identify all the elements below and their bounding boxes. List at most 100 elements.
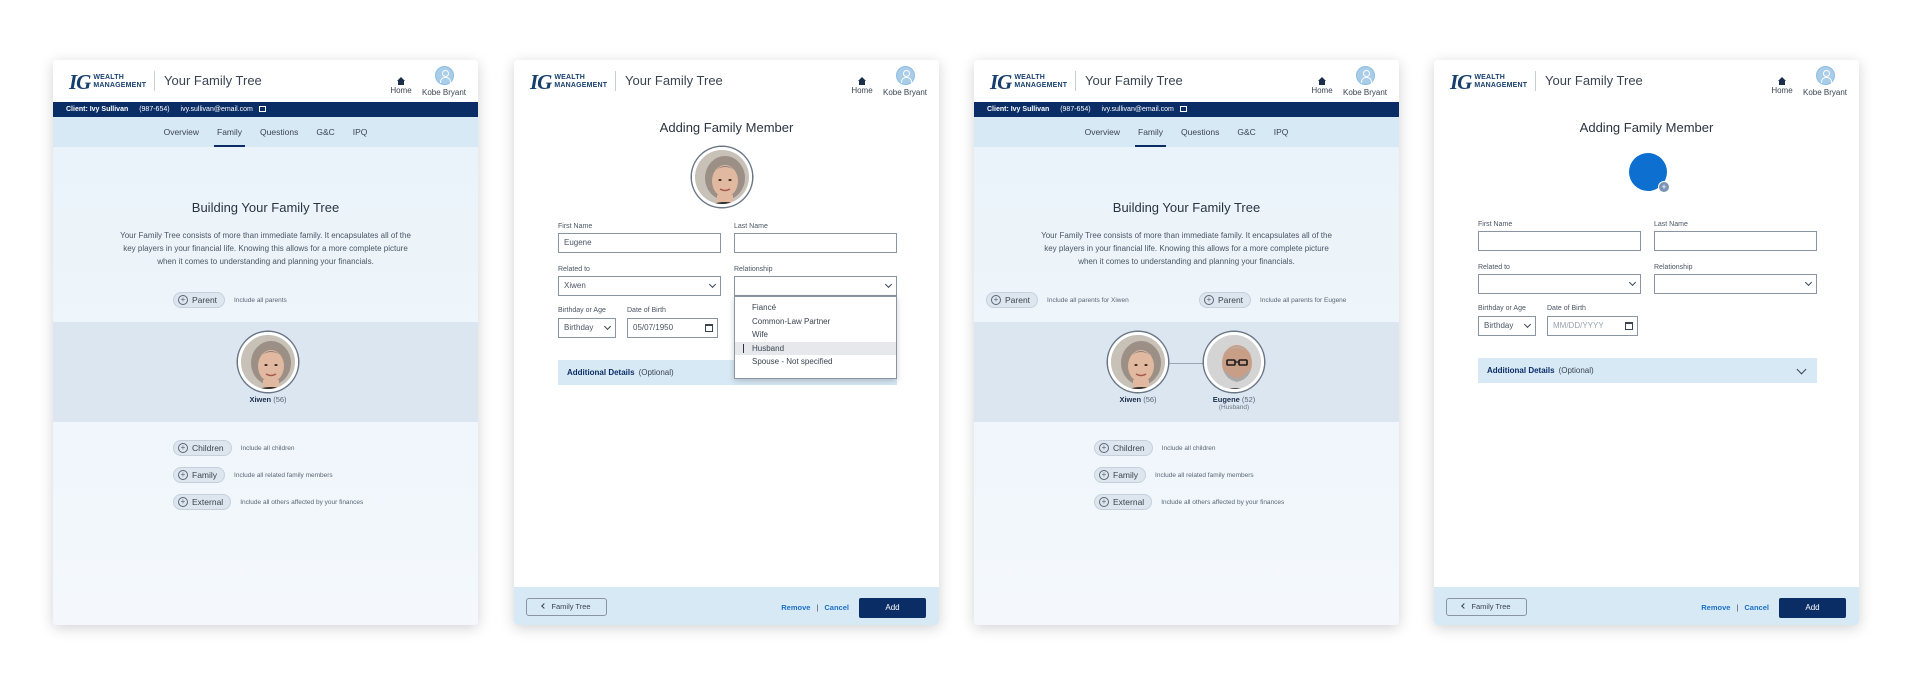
tab-gc[interactable]: G&C [1234,117,1258,147]
remove-link[interactable]: Remove [781,603,810,612]
birthday-or-age-select[interactable]: Birthday [558,318,616,338]
header-divider [1535,71,1536,91]
tab-overview[interactable]: Overview [161,117,202,147]
tab-questions[interactable]: Questions [1178,117,1222,147]
parent-row-eugene: + Parent Include all parents for Eugene [1199,292,1346,308]
ig-logo: IG WEALTH MANAGEMENT [990,70,1068,94]
related-to-select[interactable] [1478,274,1641,294]
date-of-birth-input[interactable]: 05/07/1950 [627,318,718,338]
plus-icon: + [1099,470,1109,480]
user-menu[interactable]: Kobe Bryant [879,66,931,97]
chevron-down-icon [1523,320,1532,329]
external-row: + External Include all others affected by… [173,494,363,510]
tab-ipq[interactable]: IPQ [1271,117,1292,147]
edit-icon[interactable] [1179,106,1187,113]
family-member-card[interactable]: Xiwen (56) [235,332,301,404]
home-icon [1777,77,1787,85]
add-external-button[interactable]: + External [173,494,232,510]
cancel-link[interactable]: Cancel [1744,603,1769,612]
form-title: Adding Family Member [659,120,794,135]
ig-logo: IG WEALTH MANAGEMENT [69,70,147,94]
section-title: Building Your Family Tree [191,200,340,215]
tab-overview[interactable]: Overview [1082,117,1123,147]
nav-tabs: Overview Family Questions G&C IPQ [53,117,478,147]
client-bar: Client: Ivy Sullivan (987-654) ivy.sulli… [53,102,478,117]
add-parent-button[interactable]: + Parent [1199,292,1252,308]
date-of-birth-input[interactable]: MM/DD/YYYY [1547,316,1638,336]
additional-details-toggle[interactable]: Additional Details (Optional) [1478,358,1817,383]
related-to-select[interactable]: Xiwen [558,276,721,296]
add-button[interactable]: Add [1779,598,1846,618]
plus-icon: + [991,295,1001,305]
home-icon [857,77,867,85]
tab-family[interactable]: Family [214,117,246,147]
section-title: Building Your Family Tree [1112,200,1261,215]
header-divider [154,71,155,91]
relationship-select[interactable] [1654,274,1817,294]
relationship-select[interactable] [734,276,897,296]
add-family-button[interactable]: + Family [1094,467,1147,483]
cancel-link[interactable]: Cancel [824,603,849,612]
first-name-input[interactable]: Eugene [558,233,721,253]
member-photo [1108,332,1168,392]
home-button[interactable]: Home [1307,77,1337,95]
plus-icon: + [178,443,188,453]
app-header: IG WEALTH MANAGEMENT Your Family Tree Hom… [1434,60,1859,102]
first-name-input[interactable] [1478,231,1641,251]
last-name-input[interactable] [734,233,897,253]
add-external-button[interactable]: + External [1094,494,1153,510]
calendar-icon[interactable] [705,324,713,332]
app-header: IG WEALTH MANAGEMENT Your Family Tree Hom… [974,60,1399,102]
page-title: Your Family Tree [625,73,723,88]
member-photo[interactable] [692,147,752,207]
user-avatar-icon [895,66,915,85]
home-button[interactable]: Home [1767,77,1797,95]
tab-family[interactable]: Family [1135,117,1167,147]
ig-logo: IG WEALTH MANAGEMENT [530,70,608,94]
last-name-input[interactable] [1654,231,1817,251]
page-title: Your Family Tree [164,73,262,88]
chevron-left-icon [541,603,548,609]
back-to-family-tree-button[interactable]: Family Tree [526,598,607,616]
tab-ipq[interactable]: IPQ [350,117,371,147]
form-footer: Family Tree Remove | Cancel Add [1434,587,1859,625]
add-children-button[interactable]: + Children [1094,440,1153,456]
app-header: IG WEALTH MANAGEMENT Your Family Tree Hom… [514,60,939,102]
option-fiance[interactable]: Fiancé [735,301,896,315]
form-footer: Family Tree Remove | Cancel Add [514,587,939,625]
remove-link[interactable]: Remove [1701,603,1730,612]
chevron-down-icon [1796,364,1807,375]
add-button[interactable]: Add [859,598,926,618]
add-photo-button[interactable] [1629,153,1670,193]
page-title: Your Family Tree [1545,73,1643,88]
birthday-or-age-select[interactable]: Birthday [1478,316,1536,336]
user-menu[interactable]: Kobe Bryant [418,66,470,97]
option-spouse-not-specified[interactable]: Spouse - Not specified [735,355,896,369]
member-photo [238,332,298,392]
add-parent-button[interactable]: + Parent [986,292,1039,308]
user-menu[interactable]: Kobe Bryant [1339,66,1391,97]
calendar-icon[interactable] [1625,322,1633,330]
back-to-family-tree-button[interactable]: Family Tree [1446,598,1527,616]
client-email: ivy.sullivan@email.com [180,106,253,113]
family-member-card[interactable]: Eugene (52) (Husband) [1201,332,1267,411]
edit-icon[interactable] [258,106,266,113]
add-family-button[interactable]: + Family [173,467,226,483]
plus-icon: + [178,470,188,480]
home-button[interactable]: Home [386,77,416,95]
app-header: IG WEALTH MANAGEMENT Your Family Tree Hom… [53,60,478,102]
chevron-down-icon [1628,278,1637,287]
external-row: + External Include all others affected by… [1094,494,1284,510]
tab-questions[interactable]: Questions [257,117,301,147]
option-husband[interactable]: Husband [735,341,896,355]
chevron-down-icon [1804,278,1813,287]
plus-icon: + [1099,443,1109,453]
home-button[interactable]: Home [847,77,877,95]
family-member-card[interactable]: Xiwen (56) [1105,332,1171,404]
add-parent-button[interactable]: + Parent [173,292,226,308]
option-wife[interactable]: Wife [735,328,896,342]
add-children-button[interactable]: + Children [173,440,232,456]
option-common-law-partner[interactable]: Common-Law Partner [735,315,896,329]
tab-gc[interactable]: G&C [313,117,337,147]
user-menu[interactable]: Kobe Bryant [1799,66,1851,97]
